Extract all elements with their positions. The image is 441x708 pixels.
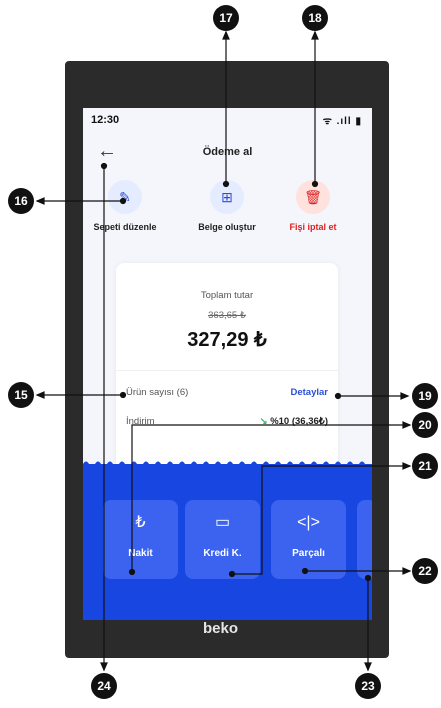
cancel-receipt-label: Fişi iptal et: [289, 222, 337, 232]
payment-panel: ₺ Nakit ▭ Kredi K. <|> Parçalı: [83, 461, 372, 620]
pay-credit-card-button[interactable]: ▭ Kredi K.: [185, 500, 260, 579]
pay-credit-card-label: Kredi K.: [203, 548, 242, 559]
callout-16: 16: [8, 188, 34, 214]
divider: [116, 370, 338, 371]
trash-icon: 🗑: [296, 180, 330, 214]
pay-split-label: Parçalı: [292, 548, 325, 559]
summary-card: Toplam tutar 363,65 ₺ 327,29 ₺ Ürün sayı…: [116, 263, 338, 473]
callout-15: 15: [8, 382, 34, 408]
callout-19: 19: [412, 383, 438, 409]
brand-logo: beko: [202, 620, 238, 637]
callout-17: 17: [213, 5, 239, 31]
cancel-receipt-button[interactable]: 🗑 Fişi iptal et: [268, 180, 358, 232]
pay-split-button[interactable]: <|> Parçalı: [271, 500, 346, 579]
pay-cash-button[interactable]: ₺ Nakit: [103, 500, 178, 579]
create-document-label: Belge oluştur: [198, 222, 256, 232]
trend-down-icon: ↘: [259, 416, 268, 427]
discount-label: İndirim: [126, 416, 155, 427]
pencil-icon: ✎: [108, 180, 142, 214]
total-amount: 327,29 ₺: [187, 329, 267, 351]
pay-cash-label: Nakit: [128, 548, 153, 559]
callout-21: 21: [412, 453, 438, 479]
lira-icon: ₺: [135, 514, 146, 531]
edit-basket-label: Sepeti düzenle: [93, 222, 157, 232]
document-plus-icon: ⊞: [210, 180, 244, 214]
discount-value: ↘ %10 (36,36₺): [260, 416, 328, 427]
callout-20: 20: [412, 412, 438, 438]
split-icon: <|>: [297, 514, 320, 531]
discount-value-text: %10 (36,36₺): [270, 416, 328, 427]
callout-18: 18: [302, 5, 328, 31]
item-count: Ürün sayısı (6): [126, 387, 189, 398]
total-label: Toplam tutar: [200, 290, 254, 301]
credit-card-icon: ▭: [214, 514, 231, 531]
callout-23: 23: [355, 673, 381, 699]
page-title: Ödeme al: [202, 146, 253, 158]
details-link[interactable]: Detaylar: [291, 387, 329, 398]
pay-more-button-partial[interactable]: [357, 500, 372, 579]
phone-screen: 12:30 ᯤ .ıll ▮ ← Ödeme al ✎ Sepeti düzen…: [83, 108, 372, 620]
create-document-button[interactable]: ⊞ Belge oluştur: [182, 180, 272, 232]
old-total: 363,65 ₺: [208, 310, 246, 321]
edit-basket-button[interactable]: ✎ Sepeti düzenle: [83, 180, 170, 232]
callout-24: 24: [91, 673, 117, 699]
status-time: 12:30: [91, 114, 120, 126]
status-icons: ᯤ .ıll ▮: [322, 116, 362, 127]
wave-edge: [83, 461, 372, 468]
callout-22: 22: [412, 558, 438, 584]
